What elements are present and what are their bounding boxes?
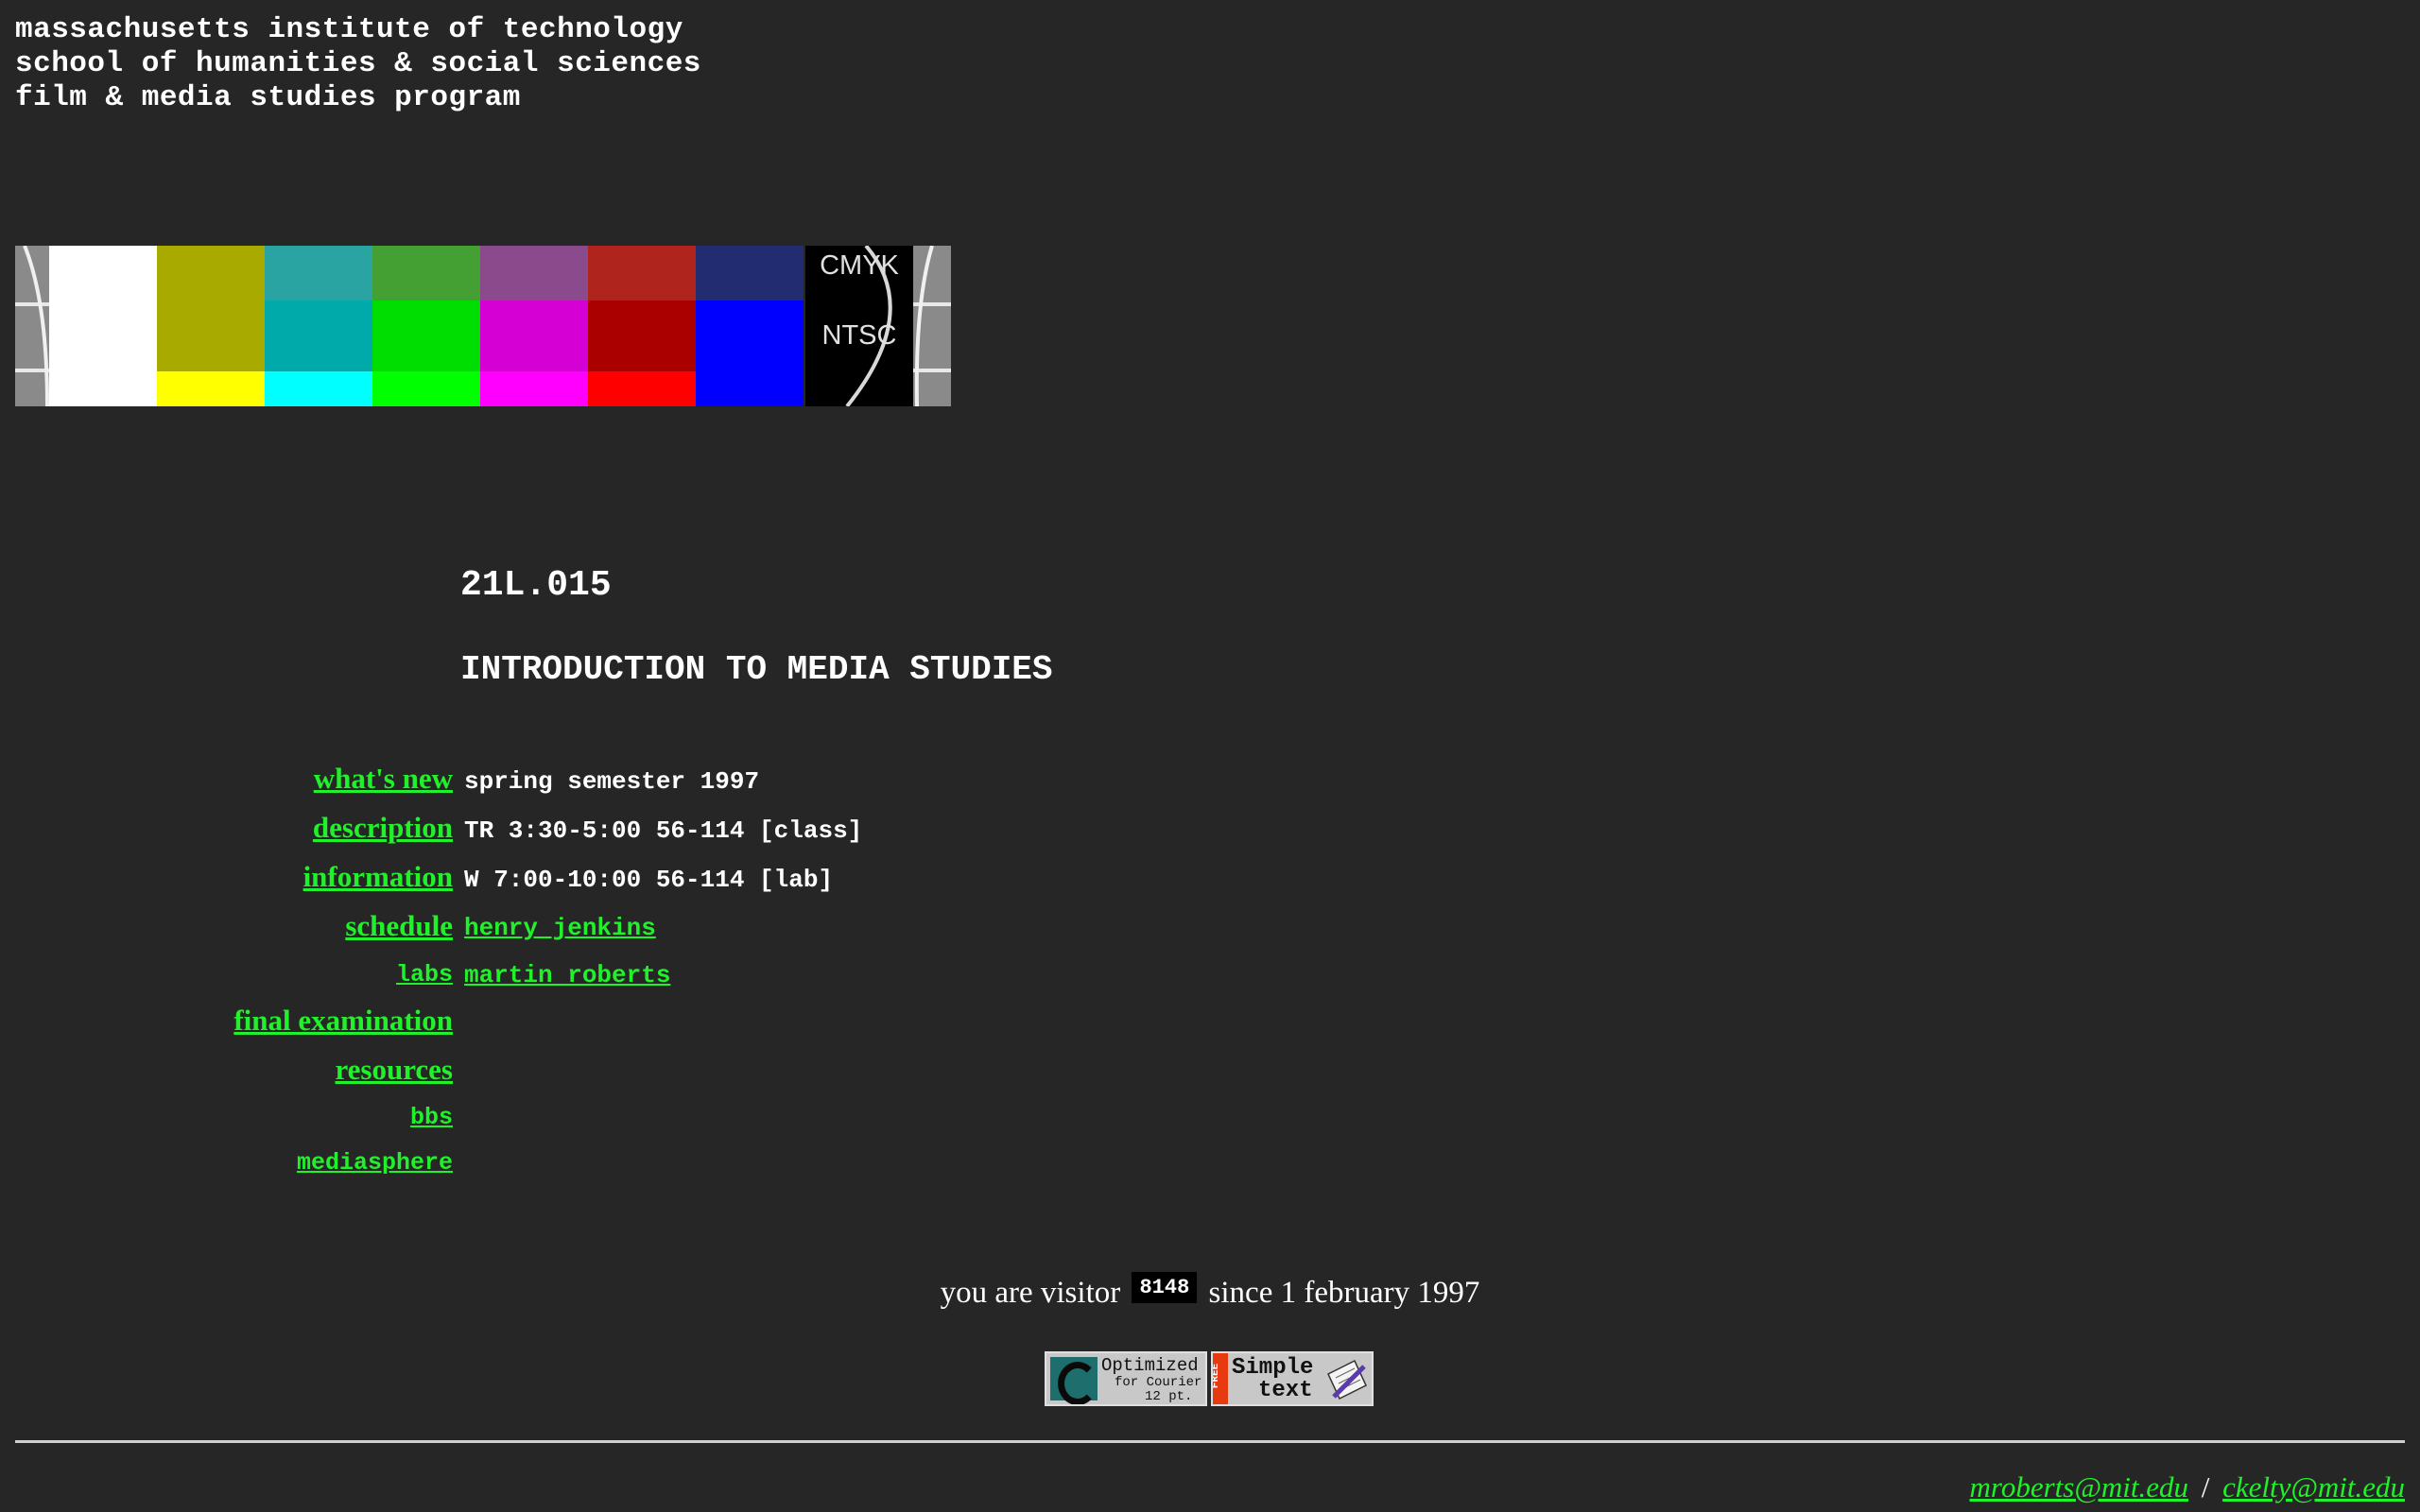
- color-bar-bottom-5: [696, 371, 804, 406]
- nav-schedule[interactable]: schedule: [345, 909, 453, 943]
- visitor-counter-line: you are visitor 8148 since 1 february 19…: [0, 1272, 2420, 1311]
- color-bar-top-3: [480, 246, 588, 301]
- color-bar-middle-1: [265, 301, 372, 371]
- nav-labs[interactable]: labs: [396, 961, 453, 988]
- site-header: massachusetts institute of technology sc…: [15, 13, 701, 115]
- nav-bbs[interactable]: bbs: [410, 1104, 453, 1131]
- color-bar-middle-5: [696, 301, 804, 371]
- ntsc-label: NTSC: [822, 320, 897, 351]
- courier-badge-line3: 12 pt.: [1145, 1389, 1193, 1404]
- footer-divider: [15, 1440, 2405, 1443]
- nav-description[interactable]: description: [313, 811, 453, 845]
- simpletext-line2: text: [1258, 1378, 1313, 1403]
- course-title: INTRODUCTION TO MEDIA STUDIES: [460, 650, 1053, 689]
- color-bar-middle-2: [372, 301, 480, 371]
- color-bar-bottom-4: [588, 371, 696, 406]
- visitor-count: 8148: [1132, 1272, 1198, 1303]
- nav-whats-new[interactable]: what's new: [314, 762, 453, 796]
- color-bars-group: [157, 246, 804, 406]
- nav-resources[interactable]: resources: [335, 1053, 453, 1087]
- color-bar-bottom-2: [372, 371, 480, 406]
- color-bar-bottom-1: [265, 371, 372, 406]
- cmyk-label: CMYK: [820, 250, 899, 281]
- instructor-martin-roberts-link[interactable]: martin roberts: [464, 961, 670, 989]
- nav-final-examination[interactable]: final examination: [233, 1004, 453, 1038]
- simpletext-badge[interactable]: FREE Simple text: [1211, 1351, 1374, 1406]
- courier-badge-line2: for Courier: [1115, 1375, 1202, 1390]
- color-bar-bottom-3: [480, 371, 588, 406]
- color-bar-middle-3: [480, 301, 588, 371]
- pencil-paper-icon: [1327, 1359, 1367, 1400]
- class-time-text: TR 3:30-5:00 56-114 [class]: [464, 816, 863, 845]
- color-bars-banner: CMYK NTSC: [15, 246, 951, 406]
- header-institution: massachusetts institute of technology: [15, 13, 683, 46]
- lab-time-text: W 7:00-10:00 56-114 [lab]: [464, 866, 834, 894]
- visitor-prefix: you are visitor: [940, 1276, 1121, 1310]
- color-bar-top-0: [157, 246, 265, 301]
- semester-text: spring semester 1997: [464, 767, 760, 796]
- free-label: FREE: [1211, 1363, 1222, 1389]
- free-ribbon: FREE: [1213, 1353, 1228, 1404]
- badges-row: Optimized for Courier 12 pt. FREE Simple…: [1045, 1351, 1374, 1408]
- header-program: film & media studies program: [15, 81, 521, 114]
- courier-badge-line1: Optimized: [1101, 1355, 1199, 1376]
- email-mroberts-link[interactable]: mroberts@mit.edu: [1970, 1470, 2188, 1503]
- simpletext-line1: Simple: [1232, 1355, 1314, 1381]
- nav-information[interactable]: information: [303, 860, 453, 894]
- color-bar-top-5: [696, 246, 804, 301]
- instructor-henry-jenkins-link[interactable]: henry jenkins: [464, 914, 656, 942]
- footer-separator: /: [2201, 1470, 2210, 1503]
- header-school: school of humanities & social sciences: [15, 47, 701, 80]
- color-bar-middle-4: [588, 301, 696, 371]
- visitor-suffix: since 1 february 1997: [1208, 1276, 1480, 1310]
- color-bar-top-1: [265, 246, 372, 301]
- color-bar-top-2: [372, 246, 480, 301]
- nav-mediasphere[interactable]: mediasphere: [297, 1149, 453, 1177]
- course-number: 21L.015: [460, 565, 612, 606]
- color-bar-middle-0: [157, 301, 265, 371]
- courier-c-icon: [1050, 1357, 1098, 1404]
- email-ckelty-link[interactable]: ckelty@mit.edu: [2222, 1470, 2405, 1503]
- color-bar-top-4: [588, 246, 696, 301]
- optimized-for-courier-badge[interactable]: Optimized for Courier 12 pt.: [1045, 1351, 1207, 1406]
- color-bar-bottom-0: [157, 371, 265, 406]
- footer-contacts: mroberts@mit.edu / ckelty@mit.edu: [1970, 1470, 2405, 1504]
